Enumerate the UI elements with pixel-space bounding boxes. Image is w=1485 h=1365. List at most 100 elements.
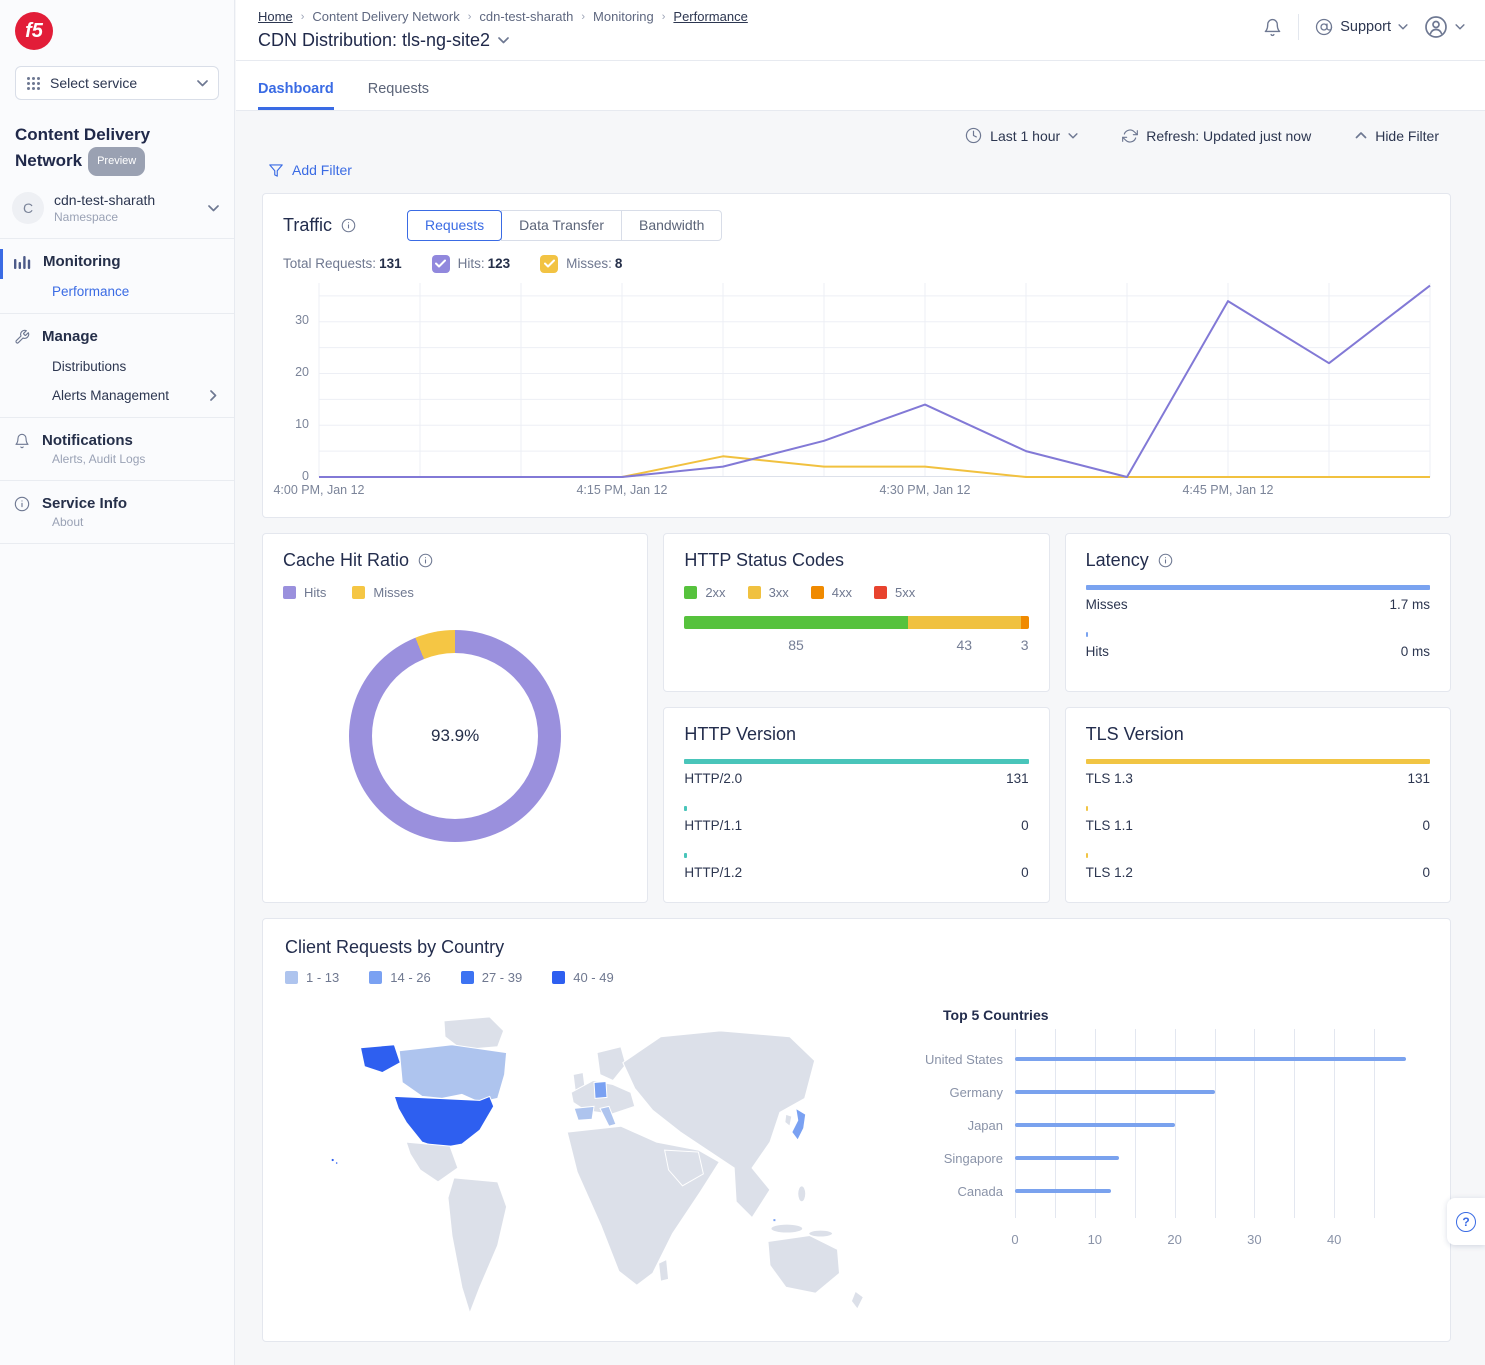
namespace-name: cdn-test-sharath <box>54 192 155 208</box>
hits-checkbox[interactable] <box>432 255 450 273</box>
refresh-button[interactable]: Refresh: Updated just now <box>1122 128 1311 144</box>
metric-row-Hits: Hits0 ms <box>1086 632 1430 659</box>
metric-row-TLS 1.3: TLS 1.3131 <box>1086 759 1430 786</box>
filter-bar: Last 1 hour Refresh: Updated just now Hi… <box>236 111 1485 150</box>
sidebar-item-notifications[interactable]: Notifications <box>0 432 219 449</box>
top5-bar-Singapore <box>1015 1156 1119 1160</box>
tls-version-card: TLS Version TLS 1.3131TLS 1.10TLS 1.20 <box>1065 707 1451 903</box>
breadcrumb-home[interactable]: Home <box>258 9 293 24</box>
top5-bar-Germany <box>1015 1090 1215 1094</box>
chevron-down-icon <box>208 205 219 212</box>
http-version-title: HTTP Version <box>684 724 1028 745</box>
misses-swatch <box>352 586 365 599</box>
chevron-right-icon <box>210 390 217 401</box>
traffic-tab-data-transfer[interactable]: Data Transfer <box>501 210 622 241</box>
legend-hits: Hits <box>283 585 326 600</box>
map-spain <box>574 1106 594 1120</box>
http-status-codes-card: HTTP Status Codes 2xx 3xx 4xx 5xx 85433 <box>663 533 1049 692</box>
top5-bar-Japan <box>1015 1123 1175 1127</box>
http-version-bars: HTTP/2.0131HTTP/1.10HTTP/1.20 <box>684 759 1028 880</box>
clock-icon <box>965 127 982 144</box>
latency-card: Latency Misses1.7 msHits0 ms <box>1065 533 1451 692</box>
map-usa <box>394 1096 493 1148</box>
top5-title: Top 5 Countries <box>943 1007 1414 1023</box>
traffic-tab-requests[interactable]: Requests <box>407 210 502 241</box>
info-icon <box>418 553 433 568</box>
sidebar: f5 Select service Content Delivery Netwo… <box>0 0 235 1365</box>
tab-dashboard[interactable]: Dashboard <box>258 81 334 110</box>
info-icon <box>341 218 356 233</box>
support-menu[interactable]: Support <box>1315 18 1408 36</box>
map-south-america <box>448 1177 507 1312</box>
breadcrumb-namespace[interactable]: cdn-test-sharath <box>479 9 573 24</box>
help-button[interactable]: ? <box>1447 1198 1485 1245</box>
tls-version-bars: TLS 1.3131TLS 1.10TLS 1.20 <box>1086 759 1430 880</box>
misses-checkbox[interactable] <box>540 255 558 273</box>
world-map <box>285 993 915 1326</box>
top5-bar-Canada <box>1015 1189 1111 1193</box>
user-avatar-icon <box>1424 15 1448 39</box>
hide-filter-button[interactable]: Hide Filter <box>1355 128 1439 144</box>
map-madagascar <box>659 1259 669 1281</box>
bucket4-swatch <box>552 971 565 984</box>
http-status-codes-title: HTTP Status Codes <box>684 550 1028 571</box>
misses-toggle[interactable]: Misses:8 <box>540 255 622 273</box>
breadcrumb-performance[interactable]: Performance <box>673 9 747 24</box>
account-menu[interactable] <box>1424 15 1465 39</box>
support-label: Support <box>1340 19 1391 35</box>
service-info-subtitle: About <box>52 515 219 529</box>
page-title: CDN Distribution: tls-ng-site2 <box>258 30 490 51</box>
top5-x-axis: 010203040 <box>1015 1224 1414 1250</box>
sidebar-item-monitoring[interactable]: Monitoring <box>0 253 219 270</box>
bar-chart-icon <box>14 254 31 269</box>
traffic-title: Traffic <box>283 215 332 236</box>
top5-label-Japan: Japan <box>915 1109 1015 1142</box>
cache-hit-ratio-card: Cache Hit Ratio Hits Misses <box>262 533 648 903</box>
tab-requests[interactable]: Requests <box>368 81 429 110</box>
map-africa <box>567 1126 719 1285</box>
sidebar-item-distributions[interactable]: Distributions <box>52 359 219 374</box>
traffic-card: Traffic Requests Data Transfer Bandwidth… <box>262 193 1451 518</box>
namespace-selector[interactable]: C cdn-test-sharath Namespace <box>12 192 219 224</box>
info-icon <box>1158 553 1173 568</box>
namespace-type-label: Namespace <box>54 210 155 224</box>
cache-hit-ratio-title: Cache Hit Ratio <box>283 550 409 571</box>
chevron-down-icon <box>1455 24 1465 30</box>
time-range-selector[interactable]: Last 1 hour <box>965 127 1078 144</box>
breadcrumb-cdn[interactable]: Content Delivery Network <box>312 9 459 24</box>
sidebar-item-alerts-management[interactable]: Alerts Management <box>52 388 219 403</box>
top5-country-labels: United StatesGermanyJapanSingaporeCanada <box>915 1029 1015 1250</box>
map-australia <box>768 1235 840 1293</box>
breadcrumb-monitoring[interactable]: Monitoring <box>593 9 654 24</box>
2xx-swatch <box>684 586 697 599</box>
top5-label-Germany: Germany <box>915 1076 1015 1109</box>
select-service-dropdown[interactable]: Select service <box>15 66 219 100</box>
sidebar-item-performance[interactable]: Performance <box>52 284 219 299</box>
preview-badge: Preview <box>88 147 145 176</box>
map-new-zealand <box>851 1291 863 1309</box>
add-filter-button[interactable]: Add Filter <box>268 162 352 178</box>
total-requests: Total Requests:131 <box>283 256 402 271</box>
sidebar-item-service-info[interactable]: Service Info <box>0 495 219 512</box>
page-header: Home › Content Delivery Network › cdn-te… <box>236 0 1485 61</box>
map-germany <box>594 1081 607 1098</box>
tls-version-title: TLS Version <box>1086 724 1430 745</box>
wrench-icon <box>14 329 30 345</box>
metric-row-HTTP/2.0: HTTP/2.0131 <box>684 759 1028 786</box>
top5-bar-United States <box>1015 1057 1406 1061</box>
question-mark-icon: ? <box>1456 1212 1476 1232</box>
hits-toggle[interactable]: Hits:123 <box>432 255 511 273</box>
sidebar-item-manage[interactable]: Manage <box>0 328 219 345</box>
bucket2-swatch <box>369 971 382 984</box>
map-mexico <box>406 1142 458 1182</box>
metric-row-TLS 1.1: TLS 1.10 <box>1086 806 1430 833</box>
map-alaska <box>361 1044 401 1072</box>
notifications-bell-icon[interactable] <box>1263 18 1282 37</box>
top5-label-United States: United States <box>915 1043 1015 1076</box>
top5-label-Canada: Canada <box>915 1175 1015 1208</box>
traffic-tab-bandwidth[interactable]: Bandwidth <box>621 210 722 241</box>
cache-hit-donut-chart: 93.9% <box>349 630 561 842</box>
cache-hit-percentage: 93.9% <box>349 630 561 842</box>
latency-title: Latency <box>1086 550 1149 571</box>
client-requests-title: Client Requests by Country <box>285 937 1428 958</box>
